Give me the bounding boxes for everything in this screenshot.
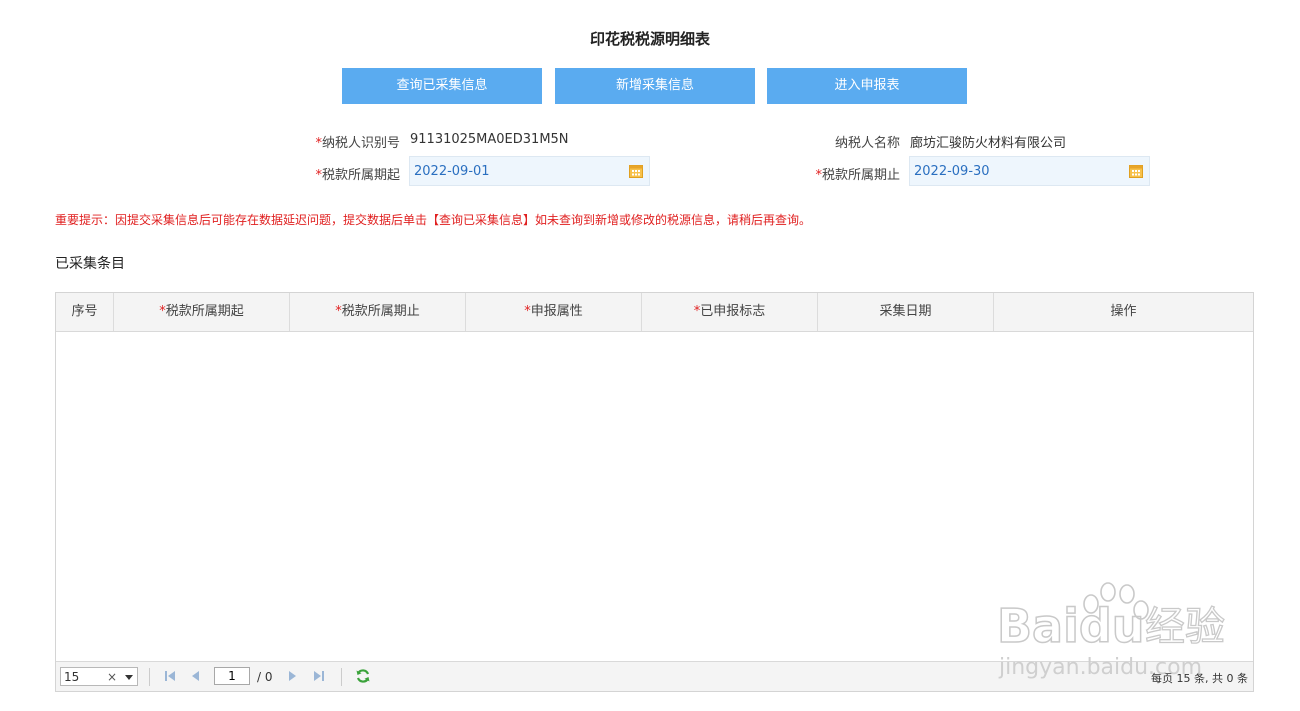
clear-icon[interactable]: × xyxy=(107,670,117,684)
column-header-period-end: *税款所属期止 xyxy=(290,293,466,331)
watermark-brand-cn: 经验 xyxy=(1145,604,1225,650)
prev-page-icon[interactable] xyxy=(189,669,203,683)
query-collected-button[interactable]: 查询已采集信息 xyxy=(342,68,542,104)
chevron-down-icon[interactable] xyxy=(125,675,133,680)
taxpayer-id-value: 91131025MA0ED31M5N xyxy=(410,132,569,147)
calendar-icon[interactable] xyxy=(629,164,643,178)
page-size-select[interactable]: 15 × xyxy=(60,667,138,686)
period-end-field[interactable] xyxy=(909,156,1150,186)
column-header-declaration-attr: *申报属性 xyxy=(466,293,642,331)
column-header-collect-date: 采集日期 xyxy=(818,293,994,331)
section-title: 已采集条目 xyxy=(55,256,125,272)
period-end-input[interactable] xyxy=(912,163,1116,180)
divider xyxy=(341,668,342,686)
total-pages: / 0 xyxy=(257,670,273,684)
taxpayer-name-value: 廊坊汇骏防火材料有限公司 xyxy=(910,136,1067,151)
page-size-value: 15 xyxy=(64,670,80,684)
period-start-label: *税款所属期起 xyxy=(315,168,400,183)
baidu-watermark-logo: Baidu 经验 jingyan.baidu.com xyxy=(996,582,1226,680)
period-end-label: *税款所属期止 xyxy=(815,168,900,183)
column-header-actions: 操作 xyxy=(1110,304,1137,319)
grid-header: 序号 *税款所属期起 *税款所属期止 *申报属性 *已申报标志 采集日期 操作 xyxy=(56,293,1253,332)
taxpayer-id-label: *纳税人识别号 xyxy=(315,136,400,151)
watermark-url: jingyan.baidu.com xyxy=(998,655,1202,680)
enter-declaration-button[interactable]: 进入申报表 xyxy=(767,68,967,104)
column-header-index: 序号 xyxy=(56,293,114,331)
last-page-icon[interactable] xyxy=(312,669,326,683)
period-start-input[interactable] xyxy=(412,163,616,180)
period-start-field[interactable] xyxy=(409,156,650,186)
column-header-declared-flag: *已申报标志 xyxy=(642,293,818,331)
important-notice: 重要提示：因提交采集信息后可能存在数据延迟问题，提交数据后单击【查询已采集信息】… xyxy=(55,213,812,227)
page-title: 印花税税源明细表 xyxy=(589,30,710,48)
watermark-brand: Baidu xyxy=(997,599,1145,653)
first-page-icon[interactable] xyxy=(163,669,177,683)
refresh-icon[interactable] xyxy=(355,668,371,684)
current-page-input[interactable] xyxy=(214,667,250,685)
column-header-period-start: *税款所属期起 xyxy=(114,293,290,331)
divider xyxy=(149,668,150,686)
next-page-icon[interactable] xyxy=(285,669,299,683)
taxpayer-name-label: 纳税人名称 xyxy=(834,136,900,151)
calendar-icon[interactable] xyxy=(1129,164,1143,178)
add-collection-button[interactable]: 新增采集信息 xyxy=(555,68,755,104)
